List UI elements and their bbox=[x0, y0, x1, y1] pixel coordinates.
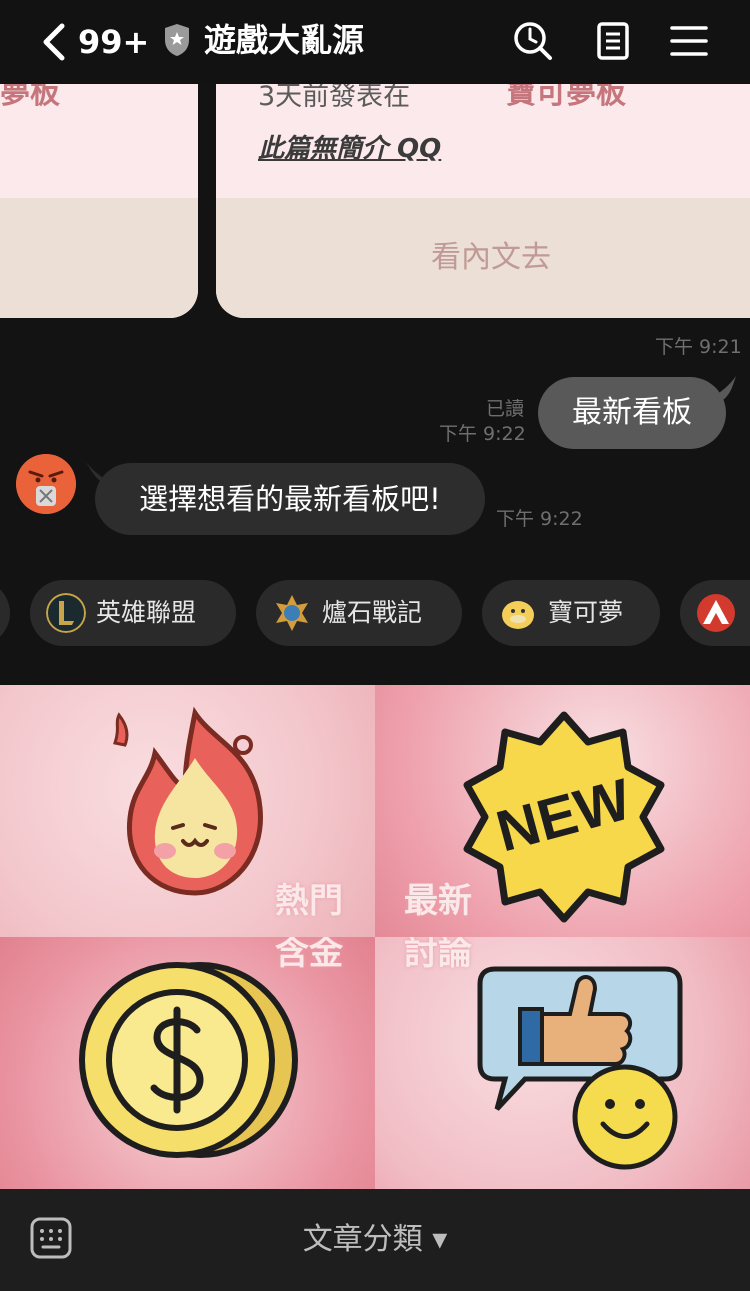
tile-label: 熱門 bbox=[275, 881, 343, 921]
chat-area: 夢板 3天前發表在 寶可夢板 此篇無簡介 QQ 看內文去 下午 9:21 已讀 … bbox=[0, 84, 750, 684]
quick-reply-bar: 英雄聯盟 爐石戰記 寶可夢 bbox=[0, 580, 750, 650]
quick-reply-apex[interactable] bbox=[680, 580, 750, 646]
card-timestamp: 下午 9:21 bbox=[655, 336, 742, 358]
rich-menu: 熱門 NEW 最新 含金 討論 bbox=[0, 685, 750, 1189]
apex-icon bbox=[697, 594, 735, 632]
back-arrow-icon[interactable] bbox=[36, 20, 72, 64]
header-bar: 99+ 遊戲大亂源 bbox=[0, 0, 750, 84]
outgoing-message[interactable]: 最新看板 bbox=[538, 377, 726, 449]
card-board-label: 夢板 bbox=[0, 84, 60, 111]
new-badge-icon: NEW bbox=[463, 711, 665, 923]
article-card-right[interactable]: 3天前發表在 寶可夢板 此篇無簡介 QQ 看內文去 bbox=[216, 84, 750, 318]
card-posted-meta: 3天前發表在 bbox=[258, 84, 411, 112]
read-receipt: 已讀 bbox=[486, 398, 525, 420]
psyduck-icon bbox=[502, 601, 534, 629]
quick-reply-hearthstone[interactable]: 爐石戰記 bbox=[256, 580, 462, 646]
league-of-legends-icon bbox=[46, 593, 86, 633]
quick-reply-partial[interactable] bbox=[0, 580, 10, 646]
thumbs-up-icon bbox=[477, 966, 683, 1170]
outgoing-timestamp: 下午 9:22 bbox=[439, 423, 526, 445]
quick-reply-lol[interactable]: 英雄聯盟 bbox=[30, 580, 236, 646]
angry-face-icon bbox=[16, 454, 76, 514]
tile-label: 含金 bbox=[275, 937, 343, 973]
card-board-name: 寶可夢板 bbox=[506, 84, 626, 111]
article-card-left[interactable]: 夢板 bbox=[0, 84, 198, 318]
quick-reply-label: 寶可夢 bbox=[548, 598, 624, 627]
unread-count[interactable]: 99+ bbox=[78, 20, 149, 64]
menu-tile-discussion[interactable]: 討論 bbox=[375, 937, 750, 1189]
card-footer bbox=[0, 198, 198, 318]
coin-icon bbox=[79, 962, 298, 1158]
tile-label: 討論 bbox=[404, 937, 472, 973]
menu-tile-new[interactable]: NEW 最新 bbox=[375, 685, 750, 937]
quick-reply-pokemon[interactable]: 寶可夢 bbox=[482, 580, 660, 646]
bottom-bar: 文章分類 ▾ bbox=[0, 1189, 750, 1291]
quick-reply-label: 爐石戰記 bbox=[322, 598, 423, 627]
notes-icon[interactable] bbox=[592, 20, 634, 62]
tile-label: 最新 bbox=[404, 881, 472, 921]
rich-menu-toggle[interactable]: 文章分類 ▾ bbox=[0, 1189, 750, 1291]
hamburger-menu-icon[interactable] bbox=[668, 20, 710, 62]
menu-tile-hot[interactable]: 熱門 bbox=[0, 685, 375, 937]
fire-icon bbox=[113, 706, 263, 896]
search-icon[interactable] bbox=[512, 20, 554, 62]
bot-avatar[interactable] bbox=[16, 454, 76, 514]
card-intro-text: 此篇無簡介 QQ bbox=[258, 134, 442, 164]
hearthstone-icon bbox=[276, 595, 308, 631]
menu-tile-gold[interactable]: 含金 bbox=[0, 937, 375, 1189]
chat-title: 遊戲大亂源 bbox=[204, 21, 365, 59]
incoming-message[interactable]: 選擇想看的最新看板吧! bbox=[95, 463, 485, 535]
official-shield-icon bbox=[165, 24, 189, 56]
incoming-timestamp: 下午 9:22 bbox=[496, 508, 583, 530]
read-article-button[interactable]: 看內文去 bbox=[216, 198, 750, 318]
quick-reply-label: 英雄聯盟 bbox=[96, 598, 197, 627]
